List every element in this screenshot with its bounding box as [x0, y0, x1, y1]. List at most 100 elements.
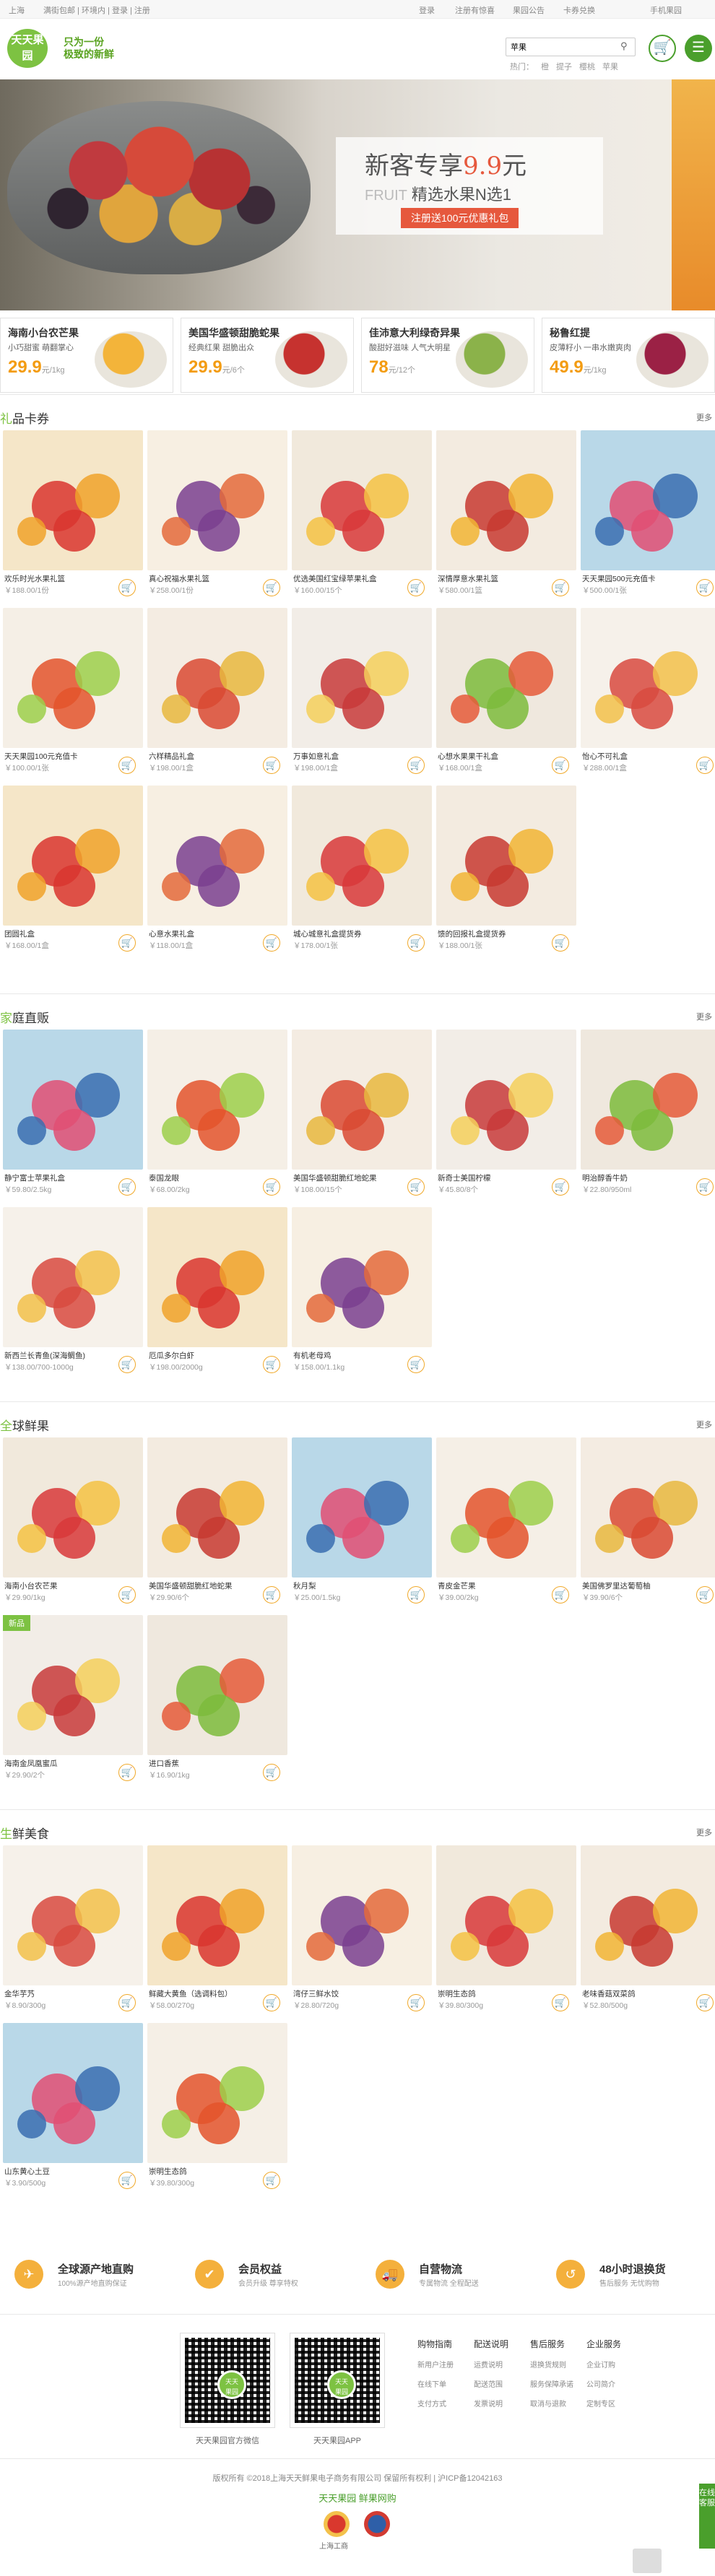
product-image[interactable]	[436, 1437, 576, 1578]
product-image[interactable]	[3, 1845, 143, 1985]
product-card[interactable]: 团圆礼盒 ￥168.00/1盒 🛒	[3, 786, 143, 962]
add-to-cart-icon[interactable]: 🛒	[407, 934, 425, 952]
product-name[interactable]: 团圆礼盒	[4, 928, 113, 939]
cart-icon[interactable]: 🛒	[649, 35, 676, 62]
top-link-login[interactable]: 登录	[419, 4, 435, 16]
product-card[interactable]: 美国华盛顿甜脆红地蛇果 ￥29.90/6个 🛒	[147, 1437, 287, 1614]
add-to-cart-icon[interactable]: 🛒	[263, 1586, 280, 1604]
product-card[interactable]: 城心城意礼盒提货券 ￥178.00/1张 🛒	[292, 786, 432, 962]
product-image[interactable]	[292, 1437, 432, 1578]
footer-link[interactable]: 支付方式	[417, 2398, 468, 2409]
product-card[interactable]: 心意水果礼盒 ￥118.00/1盒 🛒	[147, 786, 287, 962]
product-image[interactable]	[292, 608, 432, 748]
footer-link[interactable]: 运费说明	[474, 2359, 524, 2370]
product-name[interactable]: 青皮金芒果	[438, 1580, 546, 1591]
product-image[interactable]	[292, 430, 432, 570]
product-name[interactable]: 心意水果礼盒	[149, 928, 257, 939]
add-to-cart-icon[interactable]: 🛒	[118, 757, 136, 774]
product-name[interactable]: 静宁富士苹果礼盒	[4, 1172, 113, 1183]
product-name[interactable]: 天天果园100元充值卡	[4, 751, 113, 762]
product-card[interactable]: 崇明生态鸽 ￥39.80/300g 🛒	[147, 2023, 287, 2200]
product-image[interactable]	[436, 430, 576, 570]
add-to-cart-icon[interactable]: 🛒	[118, 2172, 136, 2189]
product-card[interactable]: 青皮金芒果 ￥39.00/2kg 🛒	[436, 1437, 576, 1614]
product-image[interactable]	[581, 430, 715, 570]
add-to-cart-icon[interactable]: 🛒	[407, 1356, 425, 1373]
product-card[interactable]: 天天果园100元充值卡 ￥100.00/1张 🛒	[3, 608, 143, 785]
product-name[interactable]: 新奇士美国柠檬	[438, 1172, 546, 1183]
product-card[interactable]: 美国华盛顿甜脆红地蛇果 ￥108.00/15个 🛒	[292, 1030, 432, 1206]
add-to-cart-icon[interactable]: 🛒	[552, 1178, 569, 1196]
product-name[interactable]: 秋月梨	[293, 1580, 402, 1591]
promo-card[interactable]: 佳沛意大利绿奇异果 酸甜好滋味 人气大明星 78元/12个	[361, 318, 534, 393]
hero-banner[interactable]: 新客专享9.9元 FRUIT 精选水果N选1 注册送100元优惠礼包	[0, 79, 715, 310]
product-name[interactable]: 美国华盛顿甜脆红地蛇果	[293, 1172, 402, 1183]
promo-card[interactable]: 美国华盛顿甜脆蛇果 经典红果 甜脆出众 29.9元/6个	[181, 318, 354, 393]
product-name[interactable]: 优选美国红宝绿苹果礼盒	[293, 573, 402, 584]
section-more-link[interactable]: 更多	[696, 1419, 712, 1430]
add-to-cart-icon[interactable]: 🛒	[118, 1178, 136, 1196]
add-to-cart-icon[interactable]: 🛒	[263, 934, 280, 952]
product-image[interactable]	[436, 786, 576, 926]
top-link-coupon[interactable]: 卡券兑换	[563, 4, 595, 16]
back-to-top-button[interactable]	[633, 2549, 662, 2573]
add-to-cart-icon[interactable]: 🛒	[263, 1356, 280, 1373]
product-image[interactable]	[147, 786, 287, 926]
float-service-button[interactable]: 在线客服	[699, 2484, 715, 2549]
product-name[interactable]: 六样精品礼盒	[149, 751, 257, 762]
add-to-cart-icon[interactable]: 🛒	[118, 1994, 136, 2011]
product-name[interactable]: 欢乐时光水果礼篮	[4, 573, 113, 584]
product-name[interactable]: 万事如意礼盒	[293, 751, 402, 762]
add-to-cart-icon[interactable]: 🛒	[552, 1586, 569, 1604]
add-to-cart-icon[interactable]: 🛒	[263, 757, 280, 774]
footer-link[interactable]: 公司简介	[586, 2378, 637, 2389]
add-to-cart-icon[interactable]: 🛒	[118, 934, 136, 952]
add-to-cart-icon[interactable]: 🛒	[407, 757, 425, 774]
product-image[interactable]	[436, 1845, 576, 1985]
product-card[interactable]: 湾仔三鲜水饺 ￥28.80/720g 🛒	[292, 1845, 432, 2022]
product-image[interactable]	[581, 1845, 715, 1985]
footer-link[interactable]: 企业订购	[586, 2359, 637, 2370]
section-more-link[interactable]: 更多	[696, 412, 712, 423]
product-image[interactable]	[292, 1030, 432, 1170]
footer-link[interactable]: 定制专区	[586, 2398, 637, 2409]
product-card[interactable]: 静宁富士苹果礼盒 ￥59.80/2.5kg 🛒	[3, 1030, 143, 1206]
product-card[interactable]: 深情厚意水果礼篮 ￥580.00/1篮 🛒	[436, 430, 576, 607]
promo-card[interactable]: 海南小台农芒果 小巧甜蜜 萌翻掌心 29.9元/1kg	[0, 318, 173, 393]
add-to-cart-icon[interactable]: 🛒	[696, 1586, 714, 1604]
add-to-cart-icon[interactable]: 🛒	[118, 1586, 136, 1604]
product-card[interactable]: 进口香蕉 ￥16.90/1kg 🛒	[147, 1615, 287, 1792]
add-to-cart-icon[interactable]: 🛒	[118, 579, 136, 596]
product-image[interactable]	[292, 786, 432, 926]
product-image[interactable]	[436, 608, 576, 748]
section-more-link[interactable]: 更多	[696, 1827, 712, 1838]
add-to-cart-icon[interactable]: 🛒	[118, 1356, 136, 1373]
product-image[interactable]	[3, 1615, 143, 1755]
hot-word[interactable]: 橙	[541, 63, 549, 71]
product-image[interactable]	[147, 608, 287, 748]
product-name[interactable]: 怡心不可礼盒	[582, 751, 690, 762]
add-to-cart-icon[interactable]: 🛒	[407, 579, 425, 596]
footer-link[interactable]: 配送范围	[474, 2378, 524, 2389]
product-image[interactable]	[3, 1030, 143, 1170]
product-image[interactable]	[292, 1207, 432, 1347]
add-to-cart-icon[interactable]: 🛒	[118, 1764, 136, 1781]
product-card[interactable]: 崇明生态鸽 ￥39.80/300g 🛒	[436, 1845, 576, 2022]
product-card[interactable]: 优选美国红宝绿苹果礼盒 ￥160.00/15个 🛒	[292, 430, 432, 607]
product-image[interactable]	[581, 608, 715, 748]
product-image[interactable]	[292, 1845, 432, 1985]
add-to-cart-icon[interactable]: 🛒	[263, 579, 280, 596]
footer-link[interactable]: 在线下单	[417, 2378, 468, 2389]
product-image[interactable]	[147, 1845, 287, 1985]
promo-card[interactable]: 秘鲁红提 皮薄籽小 一串水嫩爽肉 49.9元/1kg	[542, 318, 715, 393]
product-card[interactable]: 万事如意礼盒 ￥198.00/1盒 🛒	[292, 608, 432, 785]
product-name[interactable]: 美国华盛顿甜脆红地蛇果	[149, 1580, 257, 1591]
product-card[interactable]: 心想水果果干礼盒 ￥168.00/1盒 🛒	[436, 608, 576, 785]
product-image[interactable]	[147, 1615, 287, 1755]
product-name[interactable]: 城心城意礼盒提货券	[293, 928, 402, 939]
product-image[interactable]	[3, 1207, 143, 1347]
footer-link[interactable]: 取消与退款	[530, 2398, 581, 2409]
product-name[interactable]: 鲜藏大黄鱼（选调料包）	[149, 1988, 257, 1999]
product-name[interactable]: 新西兰长青鱼(深海鲷鱼)	[4, 1350, 113, 1361]
product-card[interactable]: 美国佛罗里达葡萄柚 ￥39.90/6个 🛒	[581, 1437, 715, 1614]
